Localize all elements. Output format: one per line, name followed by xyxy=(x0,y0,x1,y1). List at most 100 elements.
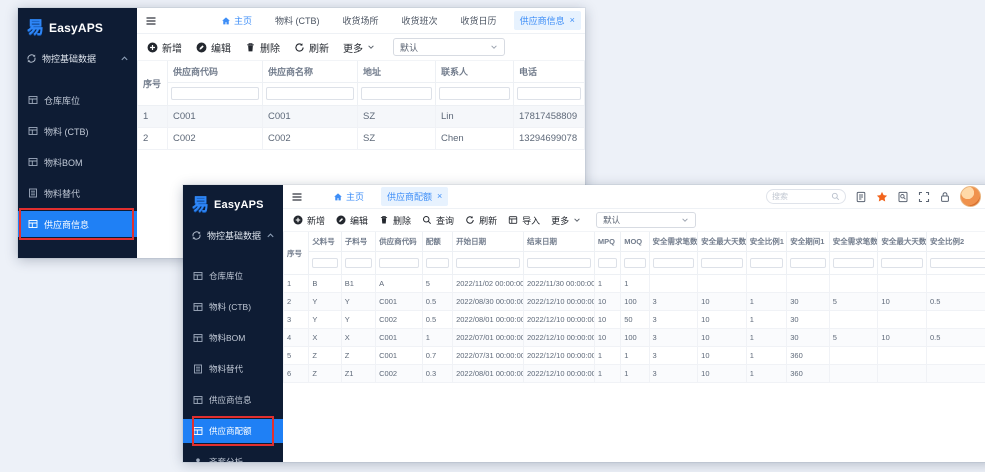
column-filter-input[interactable] xyxy=(379,258,419,268)
column-filter-input[interactable] xyxy=(881,258,923,268)
view-select[interactable]: 默认 xyxy=(393,38,505,56)
app-logo[interactable]: 易 EasyAPS xyxy=(18,8,137,45)
刷新-button[interactable]: 刷新 xyxy=(465,214,497,227)
column-header-MPQ[interactable]: MPQ xyxy=(594,232,620,252)
table-row[interactable]: 5ZZC0010.72022/07/31 00:00:002022/12/10 … xyxy=(284,347,985,365)
column-filter-input[interactable] xyxy=(930,258,985,268)
column-filter-input[interactable] xyxy=(171,87,259,100)
table-row[interactable]: 2C002C002SZChen13294699078 xyxy=(138,128,585,150)
column-header-安全最大天数1[interactable]: 安全最大天数1 xyxy=(698,232,747,252)
hamburger-menu-icon[interactable] xyxy=(291,191,303,203)
column-header-供应商代码[interactable]: 供应商代码 xyxy=(376,232,423,252)
新增-button[interactable]: 新增 xyxy=(293,214,325,227)
tab-supplier-quota-active[interactable]: 供应商配额 × xyxy=(381,187,448,206)
column-header-电话[interactable]: 电话 xyxy=(514,61,585,83)
column-header-安全最大天数2[interactable]: 安全最大天数2 xyxy=(878,232,927,252)
column-header-结束日期[interactable]: 结束日期 xyxy=(523,232,594,252)
fullscreen-icon[interactable] xyxy=(918,191,930,203)
column-header-安全需求笔数2[interactable]: 安全需求笔数2 xyxy=(829,232,878,252)
sidebar-item-物料替代[interactable]: 物料替代 xyxy=(183,357,283,381)
doc-search-icon[interactable] xyxy=(897,191,909,203)
column-header-父料号[interactable]: 父料号 xyxy=(309,232,341,252)
查询-button[interactable]: 查询 xyxy=(422,214,454,227)
column-filter-input[interactable] xyxy=(439,87,510,100)
sidebar-item-物料替代[interactable]: 物料替代 xyxy=(18,180,137,206)
user-avatar[interactable] xyxy=(960,186,981,207)
column-header-安全比例1[interactable]: 安全比例1 xyxy=(746,232,787,252)
column-header-子料号[interactable]: 子料号 xyxy=(341,232,375,252)
hamburger-menu-icon[interactable] xyxy=(145,15,157,27)
column-header-开始日期[interactable]: 开始日期 xyxy=(453,232,524,252)
删除-button[interactable]: 删除 xyxy=(245,40,280,55)
编辑-button[interactable]: 编辑 xyxy=(336,214,368,227)
table-row[interactable]: 1BB1A52022/11/02 00:00:002022/11/30 00:0… xyxy=(284,275,985,293)
column-header-地址[interactable]: 地址 xyxy=(358,61,436,83)
sidebar-item-齐套分析[interactable]: 齐套分析 xyxy=(183,450,283,462)
star-icon[interactable] xyxy=(876,191,888,203)
column-header-供应商名称[interactable]: 供应商名称 xyxy=(263,61,358,83)
sidebar-item-供应商信息[interactable]: 供应商信息 xyxy=(18,211,137,237)
sidebar-item-物料BOM[interactable]: 物料BOM xyxy=(18,149,137,175)
column-header-联系人[interactable]: 联系人 xyxy=(436,61,514,83)
search-input[interactable] xyxy=(772,192,831,201)
tab-supplier-info-active[interactable]: 供应商信息 × xyxy=(514,11,581,30)
sidebar-item-物料BOM[interactable]: 物料BOM xyxy=(183,326,283,350)
view-select[interactable]: 默认 xyxy=(596,212,696,228)
tab-收货场所[interactable]: 收货场所 xyxy=(337,11,385,30)
sidebar-group-material-basic-data[interactable]: 物控基础数据 xyxy=(18,45,137,72)
column-filter-input[interactable] xyxy=(312,258,337,268)
column-filter-input[interactable] xyxy=(790,258,826,268)
column-filter-input[interactable] xyxy=(598,258,617,268)
more-button[interactable]: 更多 xyxy=(343,40,375,55)
close-icon[interactable]: × xyxy=(437,192,442,201)
column-filter-input[interactable] xyxy=(527,258,591,268)
导入-button[interactable]: 导入 xyxy=(508,214,540,227)
sidebar-item-物料 (CTB)[interactable]: 物料 (CTB) xyxy=(183,295,283,319)
编辑-button[interactable]: 编辑 xyxy=(196,40,231,55)
刷新-button[interactable]: 刷新 xyxy=(294,40,329,55)
sidebar-item-仓库库位[interactable]: 仓库库位 xyxy=(183,264,283,288)
table-row[interactable]: 2YYC0010.52022/08/30 00:00:002022/12/10 … xyxy=(284,293,985,311)
column-header-供应商代码[interactable]: 供应商代码 xyxy=(168,61,263,83)
tab-home[interactable]: 主页 xyxy=(215,11,258,30)
sidebar-group-material-basic-data[interactable]: 物控基础数据 xyxy=(183,222,283,249)
column-header-配额[interactable]: 配额 xyxy=(422,232,452,252)
table-row[interactable]: 6ZZ1C0020.32022/08/01 00:00:002022/12/10… xyxy=(284,365,985,383)
tab-收货日历[interactable]: 收货日历 xyxy=(455,11,503,30)
lock-icon[interactable] xyxy=(939,191,951,203)
sidebar-item-供应商配额[interactable]: 供应商配额 xyxy=(183,419,283,443)
table-row[interactable]: 4XXC00112022/07/01 00:00:002022/12/10 00… xyxy=(284,329,985,347)
column-header-序号[interactable]: 序号 xyxy=(138,61,168,106)
column-filter-input[interactable] xyxy=(624,258,645,268)
column-header-安全比例2[interactable]: 安全比例2 xyxy=(927,232,985,252)
sidebar-item-物料 (CTB)[interactable]: 物料 (CTB) xyxy=(18,118,137,144)
column-header-MOQ[interactable]: MOQ xyxy=(621,232,649,252)
close-icon[interactable]: × xyxy=(570,16,575,25)
app-logo[interactable]: 易 EasyAPS xyxy=(183,185,283,222)
tab-物料 (CTB)[interactable]: 物料 (CTB) xyxy=(269,11,326,30)
新增-button[interactable]: 新增 xyxy=(147,40,182,55)
column-filter-input[interactable] xyxy=(266,87,354,100)
table-row[interactable]: 1C001C001SZLin17817458809 xyxy=(138,106,585,128)
column-filter-input[interactable] xyxy=(750,258,784,268)
column-filter-input[interactable] xyxy=(345,258,372,268)
tab-收货班次[interactable]: 收货班次 xyxy=(396,11,444,30)
column-filter-input[interactable] xyxy=(517,87,581,100)
column-filter-input[interactable] xyxy=(653,258,695,268)
column-filter-input[interactable] xyxy=(833,258,875,268)
more-button[interactable]: 更多 xyxy=(551,214,581,227)
column-filter-input[interactable] xyxy=(361,87,432,100)
column-header-安全期间1[interactable]: 安全期间1 xyxy=(787,232,830,252)
删除-button[interactable]: 删除 xyxy=(379,214,411,227)
form-icon[interactable] xyxy=(855,191,867,203)
column-filter-input[interactable] xyxy=(701,258,743,268)
sidebar-item-供应商信息[interactable]: 供应商信息 xyxy=(183,388,283,412)
tab-home[interactable]: 主页 xyxy=(327,187,370,206)
filter-cell xyxy=(376,252,423,275)
column-filter-input[interactable] xyxy=(426,258,449,268)
table-row[interactable]: 3YYC0020.52022/08/01 00:00:002022/12/10 … xyxy=(284,311,985,329)
sidebar-item-仓库库位[interactable]: 仓库库位 xyxy=(18,87,137,113)
column-header-安全需求笔数1[interactable]: 安全需求笔数1 xyxy=(649,232,698,252)
column-filter-input[interactable] xyxy=(456,258,520,268)
column-header-序号[interactable]: 序号 xyxy=(284,232,309,275)
